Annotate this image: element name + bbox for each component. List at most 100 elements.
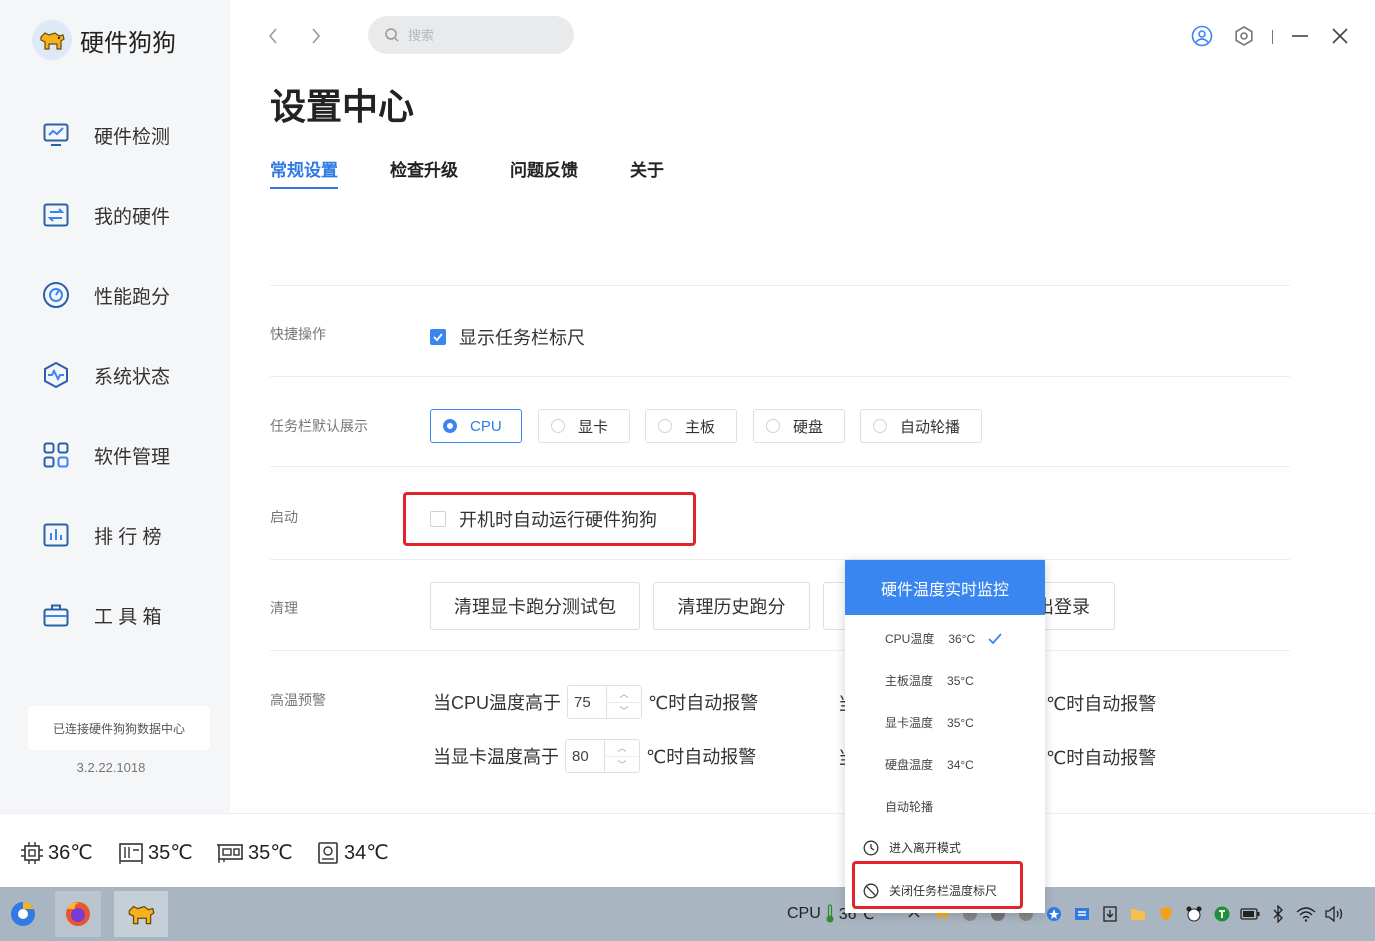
popup-item-auto-rotate[interactable]: 自动轮播 (885, 798, 933, 815)
disk-temp: 34℃ (316, 840, 389, 865)
wifi-icon[interactable] (1296, 904, 1316, 924)
nav-item-toolbox[interactable]: 工 具 箱 (40, 595, 162, 635)
chevron-right-icon (312, 28, 321, 44)
user-button[interactable] (1188, 22, 1216, 50)
gpu-alarm-prefix: 当显卡温度高于 (433, 747, 559, 767)
cpu-alarm-stepper[interactable]: ︿﹀ (567, 685, 643, 719)
checkmark-icon (988, 632, 1002, 644)
tab-feedback[interactable]: 问题反馈 (510, 156, 578, 187)
app-logo: 硬件狗狗 (32, 20, 176, 60)
star-tray-icon[interactable] (1044, 904, 1064, 924)
close-icon (1332, 28, 1348, 44)
divider (270, 285, 1290, 286)
nav-item-hardware-detect[interactable]: 硬件检测 (40, 115, 170, 155)
show-ruler-option[interactable]: 显示任务栏标尺 (430, 324, 585, 350)
radio-auto-rotate[interactable]: 自动轮播 (860, 409, 982, 443)
radio-dot (443, 419, 457, 433)
popup-item-motherboard[interactable]: 主板温度 35°C (885, 672, 974, 689)
cpu-chip-icon (21, 841, 43, 864)
popup-item-disk[interactable]: 硬盘温度 34°C (885, 756, 974, 773)
nav-item-benchmark[interactable]: 性能跑分 (40, 275, 170, 315)
folder-tray-icon[interactable] (1128, 904, 1148, 924)
hard-disk-icon (318, 841, 338, 864)
away-mode-item[interactable]: 进入离开模式 (863, 839, 961, 856)
clean-gpu-bench-button[interactable]: 清理显卡跑分测试包 (430, 582, 640, 630)
away-mode-label: 进入离开模式 (889, 841, 962, 855)
minimize-icon (1292, 35, 1308, 37)
toolbar-divider (1272, 30, 1273, 44)
panda-tray-icon[interactable] (1184, 904, 1204, 924)
right-alarm-suffix-2: ℃时自动报警 (1046, 748, 1157, 768)
radio-cpu[interactable]: CPU (430, 409, 522, 443)
show-ruler-checkbox[interactable] (430, 329, 446, 345)
popup-item-label: 自动轮播 (885, 800, 934, 814)
radio-disk[interactable]: 硬盘 (753, 409, 845, 443)
popup-item-gpu[interactable]: 显卡温度 35°C (885, 714, 974, 731)
tab-about[interactable]: 关于 (630, 156, 664, 187)
stepper-down-icon[interactable]: ﹀ (605, 757, 639, 773)
connection-status: 已连接硬件狗狗数据中心 (28, 706, 210, 750)
battery-icon[interactable] (1240, 904, 1260, 924)
stepper-up-icon[interactable]: ︿ (607, 686, 642, 703)
taskbar-app-yingjiangougou[interactable] (114, 891, 168, 937)
cpu-alarm-input[interactable] (568, 686, 607, 718)
stepper-down-icon[interactable]: ﹀ (607, 703, 641, 719)
temperature-bar: 36℃ 35℃ 35℃ 34℃ (0, 813, 1375, 887)
radio-motherboard[interactable]: 主板 (645, 409, 737, 443)
divider (270, 650, 1290, 651)
nav-item-system-status[interactable]: 系统状态 (40, 355, 170, 395)
gpu-alarm-input[interactable] (566, 740, 604, 772)
monitor-chart-icon (40, 119, 72, 151)
taskbar-cpu-label: CPU (787, 905, 821, 922)
settings-button[interactable] (1230, 22, 1258, 50)
search-input[interactable] (406, 26, 550, 44)
user-icon (1191, 25, 1213, 47)
show-ruler-label: 显示任务栏标尺 (459, 328, 585, 348)
nav-item-software[interactable]: 软件管理 (40, 435, 170, 475)
divider (270, 466, 1290, 467)
nav-label: 软件管理 (94, 446, 171, 468)
tab-general[interactable]: 常规设置 (270, 156, 338, 189)
nav-item-ranking[interactable]: 排 行 榜 (40, 515, 162, 555)
notes-tray-icon[interactable] (1072, 904, 1092, 924)
minimize-button[interactable] (1286, 22, 1314, 50)
download-tray-icon[interactable] (1100, 904, 1120, 924)
divider (270, 376, 1290, 377)
firefox-icon (66, 902, 90, 926)
radio-gpu[interactable]: 显卡 (538, 409, 630, 443)
t-tray-icon[interactable] (1212, 904, 1232, 924)
sidebar: 硬件狗狗 硬件检测 我的硬件 性能跑分 系统状态 软件管理 排 行 榜 工 具 … (0, 0, 230, 813)
stepper-up-icon[interactable]: ︿ (605, 740, 639, 757)
shield-tray-icon[interactable] (1156, 904, 1176, 924)
forward-button[interactable] (302, 22, 330, 50)
popup-item-value: 34°C (947, 757, 974, 772)
popup-item-cpu[interactable]: CPU温度 36°C (885, 630, 1003, 647)
radio-label: 主板 (685, 418, 716, 436)
taskbar-app-firefox[interactable] (55, 891, 101, 937)
check-icon (433, 333, 443, 342)
search-icon (385, 28, 399, 42)
close-button[interactable] (1326, 22, 1354, 50)
gpu-alarm-suffix: ℃时自动报警 (646, 747, 757, 767)
startup-label: 启动 (270, 509, 298, 525)
grid-apps-icon (40, 439, 72, 471)
gpu-alarm-stepper[interactable]: ︿﹀ (565, 739, 640, 773)
radio-dot (873, 419, 887, 433)
highlight-box (403, 492, 696, 546)
radio-label: CPU (470, 417, 502, 435)
clean-label: 清理 (270, 600, 298, 616)
taskbar-app-browser[interactable] (0, 891, 46, 937)
back-button[interactable] (259, 22, 287, 50)
nav-label: 排 行 榜 (94, 526, 162, 548)
thermometer-icon (826, 904, 834, 923)
radio-dot (658, 419, 672, 433)
volume-icon[interactable] (1324, 904, 1344, 924)
clean-history-button[interactable]: 清理历史跑分 (653, 582, 810, 630)
gpu-card-icon (217, 843, 243, 863)
popup-item-label: CPU温度 (885, 632, 935, 646)
nav-label: 工 具 箱 (94, 606, 162, 628)
search-box[interactable] (368, 16, 574, 54)
nav-item-my-hardware[interactable]: 我的硬件 (40, 195, 170, 235)
tab-check-update[interactable]: 检查升级 (390, 156, 458, 187)
bluetooth-icon[interactable] (1268, 904, 1288, 924)
